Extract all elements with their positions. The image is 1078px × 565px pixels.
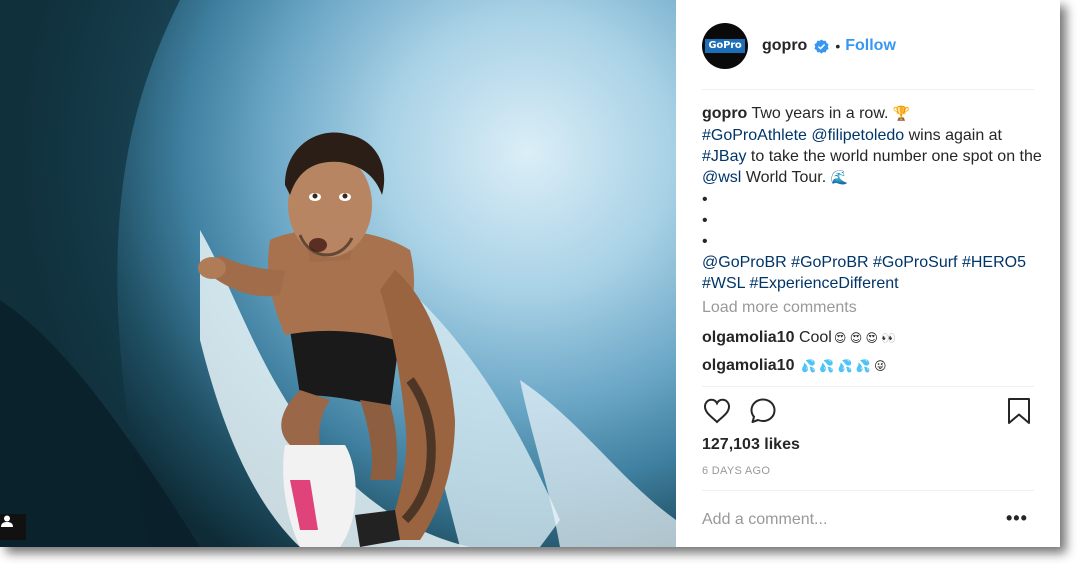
hashtag-link[interactable]: #HERO5	[962, 254, 1026, 271]
action-bar	[702, 396, 1034, 428]
comment-item: olgamolia10 💦 💦 💦 💦 😜	[702, 357, 887, 375]
verified-badge-icon	[814, 38, 829, 54]
caption-bullet: •	[702, 233, 708, 250]
caption-line-1: gopro Two years in a row. 🏆	[702, 103, 1042, 125]
likes-count[interactable]: 127,103 likes	[702, 436, 800, 454]
post-photo[interactable]	[0, 0, 676, 547]
post-caption: gopro Two years in a row. 🏆 #GoProAthlet…	[702, 103, 1042, 294]
follow-button[interactable]: Follow	[845, 37, 896, 55]
caption-text: World Tour.	[745, 169, 827, 186]
comment-username[interactable]: olgamolia10	[702, 329, 794, 346]
mention-link[interactable]: @wsl	[702, 169, 741, 186]
caption-text: Two years in a row.	[751, 105, 889, 122]
divider	[702, 386, 1034, 387]
load-more-comments-button[interactable]: Load more comments	[702, 299, 857, 317]
hashtag-link[interactable]: #JBay	[702, 148, 746, 165]
timestamp[interactable]: 6 DAYS AGO	[702, 465, 770, 477]
heart-icon[interactable]	[702, 396, 732, 426]
hashtag-link[interactable]: #GoProAthlete	[702, 127, 807, 144]
caption-line-3: #JBay to take the world number one spot …	[702, 146, 1042, 189]
user-tag-icon[interactable]	[0, 514, 26, 540]
surfer-illustration	[0, 0, 676, 547]
separator-dot: •	[835, 38, 841, 54]
caption-bullet: •	[702, 212, 708, 229]
more-options-button[interactable]: •••	[1006, 508, 1028, 529]
caption-line-2: #GoProAthlete @filipetoledo wins again a…	[702, 125, 1042, 146]
hashtag-link[interactable]: #GoProSurf	[873, 254, 957, 271]
bookmark-icon[interactable]	[1004, 396, 1034, 426]
comment-emojis: 💦 💦 💦 💦 😜	[800, 359, 887, 373]
divider	[702, 490, 1034, 491]
caption-tags-line-1: @GoProBR #GoProBR #GoProSurf #HERO5	[702, 252, 1042, 273]
add-comment-input[interactable]: Add a comment...	[702, 511, 827, 529]
caption-username[interactable]: gopro	[702, 105, 747, 122]
wave-icon: 🌊	[830, 170, 849, 186]
mention-link[interactable]: @filipetoledo	[811, 127, 904, 144]
comment-emojis: 😍 😍 😍 👀	[833, 331, 897, 345]
hashtag-link[interactable]: #GoProBR	[791, 254, 868, 271]
divider	[702, 89, 1034, 90]
post-header: GoPro gopro • Follow	[702, 21, 896, 71]
comment-username[interactable]: olgamolia10	[702, 357, 794, 374]
caption-text: to take the world number one spot on the	[750, 148, 1042, 165]
post-side-panel: GoPro gopro • Follow gopro Two years in …	[676, 0, 1060, 547]
caption-text: wins again at	[908, 127, 1002, 144]
trophy-icon: 🏆	[892, 106, 911, 122]
gopro-logo: GoPro	[705, 39, 745, 53]
username-link[interactable]: gopro	[762, 37, 807, 55]
caption-bullet: •	[702, 191, 708, 208]
comment-text: Cool	[798, 329, 832, 346]
comment-item: olgamolia10 Cool 😍 😍 😍 👀	[702, 329, 896, 347]
mention-link[interactable]: @GoProBR	[702, 254, 787, 271]
comment-icon[interactable]	[748, 396, 778, 426]
caption-tags-line-2: #WSL #ExperienceDifferent	[702, 273, 1042, 294]
post-dialog: GoPro gopro • Follow gopro Two years in …	[0, 0, 1060, 547]
hashtag-link[interactable]: #ExperienceDifferent	[749, 275, 898, 292]
hashtag-link[interactable]: #WSL	[702, 275, 745, 292]
avatar[interactable]: GoPro	[702, 23, 748, 69]
